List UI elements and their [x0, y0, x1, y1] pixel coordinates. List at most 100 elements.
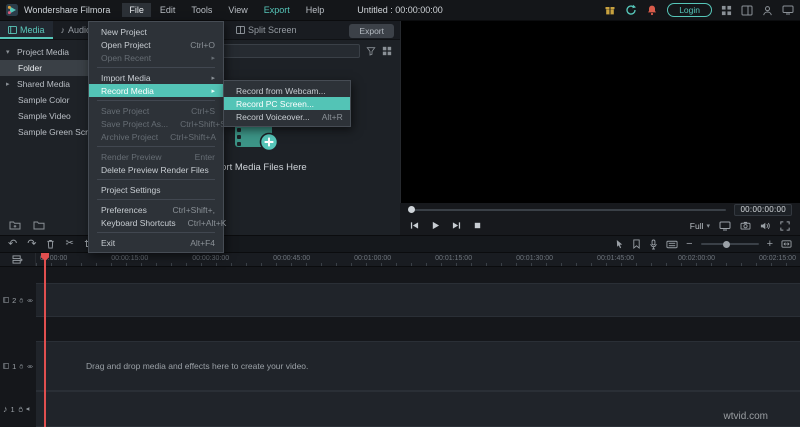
notification-bell-icon[interactable]: [646, 4, 658, 16]
menu-separator: [97, 179, 215, 180]
menubar-export[interactable]: Export: [257, 3, 297, 17]
menu-item-delete-preview-render-files[interactable]: Delete Preview Render Files: [89, 163, 223, 176]
layout-icon[interactable]: [741, 5, 753, 16]
drag-drop-hint: Drag and drop media and effects here to …: [86, 361, 309, 371]
video-track-2: 2: [0, 283, 800, 317]
ruler-ticks: [36, 263, 800, 266]
menu-item-preferences[interactable]: Preferences Ctrl+Shift+,: [89, 203, 223, 216]
volume-icon[interactable]: [760, 221, 771, 231]
manage-tracks-icon[interactable]: [12, 255, 23, 264]
playhead[interactable]: [41, 253, 49, 427]
delete-folder-icon[interactable]: [33, 220, 45, 230]
export-button[interactable]: Export: [349, 24, 394, 38]
screen-share-icon[interactable]: [782, 5, 794, 15]
timeline-zoom-slider[interactable]: [700, 240, 759, 248]
fit-timeline-icon[interactable]: [781, 239, 792, 249]
filmora-logo-icon: [6, 4, 18, 16]
menu-item-record-from-webcam[interactable]: Record from Webcam...: [224, 84, 350, 97]
chevron-right-icon[interactable]: ▸: [6, 80, 13, 88]
menu-separator: [97, 232, 215, 233]
previous-frame-button[interactable]: [410, 221, 419, 230]
menu-item-record-pc-screen[interactable]: Record PC Screen...: [224, 97, 350, 110]
play-button[interactable]: [431, 221, 440, 230]
audio-track-1: ♪ 1: [0, 391, 800, 427]
tab-media[interactable]: Media: [0, 21, 53, 39]
lock-icon[interactable]: [19, 362, 24, 370]
menu-item-open-project[interactable]: Open Project Ctrl+O: [89, 38, 223, 51]
menu-item-open-recent[interactable]: Open Recent ▸: [89, 51, 223, 64]
user-icon[interactable]: [762, 5, 773, 16]
menu-item-exit[interactable]: Exit Alt+F4: [89, 236, 223, 249]
preview-scrubber[interactable]: [408, 206, 727, 213]
sync-icon[interactable]: [625, 4, 637, 16]
preview-screen[interactable]: [400, 21, 800, 203]
audio-track-icon: ♪: [3, 403, 8, 414]
watermark: wtvid.com: [723, 411, 768, 422]
menubar-file[interactable]: File: [122, 3, 151, 17]
menu-item-new-project[interactable]: New Project: [89, 25, 223, 38]
grid-icon[interactable]: [721, 5, 732, 16]
delete-icon[interactable]: [46, 239, 55, 249]
chevron-down-icon[interactable]: ▾: [6, 48, 13, 56]
submenu-arrow-icon: ▸: [211, 87, 215, 95]
new-folder-icon[interactable]: [9, 220, 21, 230]
eye-icon[interactable]: [27, 363, 33, 370]
timeline-ruler[interactable]: 00:00:00 00:00:15:00 00:00:30:00 00:00:45:…: [0, 253, 800, 267]
scrubber-handle[interactable]: [408, 206, 415, 213]
tab-split-screen[interactable]: Split Screen: [228, 21, 305, 39]
eye-icon[interactable]: [27, 297, 33, 304]
menu-item-keyboard-shortcuts[interactable]: Keyboard Shortcuts Ctrl+Alt+K: [89, 216, 226, 229]
undo-icon[interactable]: ↶: [8, 238, 17, 250]
menu-item-import-media[interactable]: Import Media ▸: [89, 71, 223, 84]
menu-item-project-settings[interactable]: Project Settings: [89, 183, 223, 196]
titlebar: Wondershare Filmora File Edit Tools View…: [0, 0, 800, 21]
menu-separator: [97, 146, 215, 147]
next-frame-button[interactable]: [452, 221, 461, 230]
view-grid-icon[interactable]: [382, 46, 392, 56]
split-screen-tab-icon: [236, 26, 245, 34]
zoom-slider-handle[interactable]: [722, 240, 730, 248]
media-tab-icon: [8, 26, 17, 34]
menubar-tools[interactable]: Tools: [184, 3, 219, 17]
filter-icon[interactable]: [366, 46, 376, 56]
video-track-2-lane[interactable]: [36, 283, 800, 317]
zoom-out-icon[interactable]: −: [686, 238, 692, 250]
menu-separator: [97, 100, 215, 101]
add-marker-icon[interactable]: [632, 239, 641, 249]
zoom-in-icon[interactable]: +: [767, 238, 773, 250]
redo-icon[interactable]: ↷: [27, 238, 36, 250]
login-button[interactable]: Login: [667, 3, 712, 17]
mute-speaker-icon[interactable]: [26, 405, 33, 413]
lock-icon[interactable]: [19, 296, 24, 304]
menu-item-save-project-as[interactable]: Save Project As... Ctrl+Shift+S: [89, 117, 226, 130]
menu-item-record-voiceover[interactable]: Record Voiceover... Alt+R: [224, 110, 350, 123]
fit-screen-icon[interactable]: [719, 221, 731, 231]
file-menu: New Project Open Project Ctrl+O Open Rece…: [88, 21, 226, 253]
app-name: Wondershare Filmora: [24, 5, 111, 15]
audio-track-1-lane[interactable]: [36, 391, 800, 427]
fullscreen-icon[interactable]: [780, 220, 790, 231]
video-track-2-header: 2: [0, 283, 36, 317]
pointer-icon[interactable]: [615, 239, 624, 249]
menubar-view[interactable]: View: [221, 3, 254, 17]
timeline-tracks: 2 1 Drag and drop media and effects here…: [0, 267, 800, 427]
gift-icon[interactable]: [604, 4, 616, 16]
preview-zoom-dropdown[interactable]: Full ▾: [690, 221, 710, 231]
menu-item-render-preview[interactable]: Render Preview Enter: [89, 150, 223, 163]
menubar-edit[interactable]: Edit: [153, 3, 183, 17]
lock-icon[interactable]: [18, 405, 23, 413]
stop-button[interactable]: [473, 221, 482, 230]
snapshot-camera-icon[interactable]: [740, 221, 751, 230]
mic-icon[interactable]: [649, 239, 658, 250]
keyboard-icon[interactable]: [666, 240, 678, 249]
split-scissors-icon[interactable]: ✂: [65, 239, 73, 249]
submenu-arrow-icon: ▸: [211, 74, 215, 82]
video-track-1-lane[interactable]: Drag and drop media and effects here to …: [36, 341, 800, 391]
menu-item-record-media[interactable]: Record Media ▸: [89, 84, 223, 97]
video-track-1-header: 1: [0, 341, 36, 391]
menu-item-save-project[interactable]: Save Project Ctrl+S: [89, 104, 223, 117]
preview-timecode: 00:00:00:00: [734, 203, 792, 216]
menu-item-archive-project[interactable]: Archive Project Ctrl+Shift+A: [89, 130, 223, 143]
menubar-help[interactable]: Help: [299, 3, 332, 17]
project-title: Untitled : 00:00:00:00: [357, 5, 443, 15]
